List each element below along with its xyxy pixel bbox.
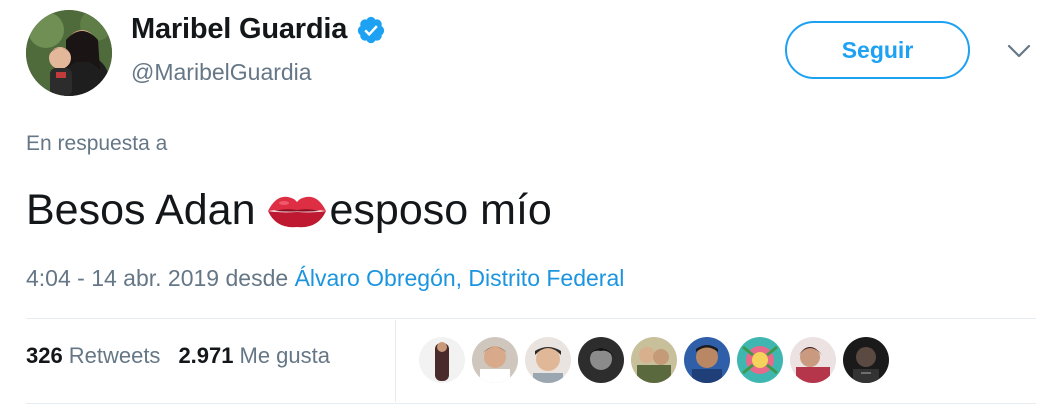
- from-label: desde: [225, 265, 289, 291]
- retweets-label: Retweets: [68, 343, 161, 368]
- liker-avatar-6[interactable]: [684, 337, 730, 383]
- divider-bottom: [26, 403, 1036, 404]
- profile-photo-icon: [26, 10, 112, 96]
- author-handle[interactable]: @MaribelGuardia: [131, 59, 312, 86]
- kiss-mark-icon: [267, 196, 326, 227]
- author-avatar[interactable]: [26, 10, 112, 96]
- tweet-location-link[interactable]: Álvaro Obregón, Distrito Federal: [295, 265, 625, 291]
- likers-list: [419, 337, 896, 383]
- verified-badge-icon: [358, 16, 385, 43]
- tweet-timestamp[interactable]: 4:04 - 14 abr. 2019: [26, 265, 219, 291]
- tweet-text-part-1: Besos Adan: [26, 186, 256, 234]
- stats-separator: [395, 320, 396, 402]
- reply-context: En respuesta a: [26, 132, 168, 155]
- likes-count: 2.971: [178, 343, 234, 368]
- liker-avatar-3[interactable]: [525, 337, 571, 383]
- author-name-row[interactable]: Maribel Guardia: [131, 13, 386, 46]
- liker-avatar-1[interactable]: [419, 337, 465, 383]
- author-display-name[interactable]: Maribel Guardia: [131, 13, 347, 46]
- likes-stat[interactable]: 2.971 Me gusta: [178, 343, 330, 369]
- retweets-count: 326: [26, 343, 63, 368]
- retweets-stat[interactable]: 326 Retweets: [26, 343, 160, 369]
- likes-label: Me gusta: [239, 343, 331, 368]
- liker-avatar-4[interactable]: [578, 337, 624, 383]
- chevron-down-icon[interactable]: [1006, 41, 1032, 61]
- liker-avatar-8[interactable]: [790, 337, 836, 383]
- liker-avatar-5[interactable]: [631, 337, 677, 383]
- tweet-meta: 4:04 - 14 abr. 2019 desde Álvaro Obregón…: [26, 265, 624, 292]
- liker-avatar-9[interactable]: [843, 337, 889, 383]
- liker-avatar-2[interactable]: [472, 337, 518, 383]
- divider-top: [26, 318, 1036, 319]
- liker-avatar-7[interactable]: [737, 337, 783, 383]
- tweet-text: Besos Adan esposo mío: [26, 186, 552, 235]
- tweet-stats: 326 Retweets 2.971 Me gusta: [26, 343, 348, 369]
- follow-button[interactable]: Seguir: [785, 21, 970, 79]
- tweet-text-part-2: esposo mío: [329, 186, 552, 234]
